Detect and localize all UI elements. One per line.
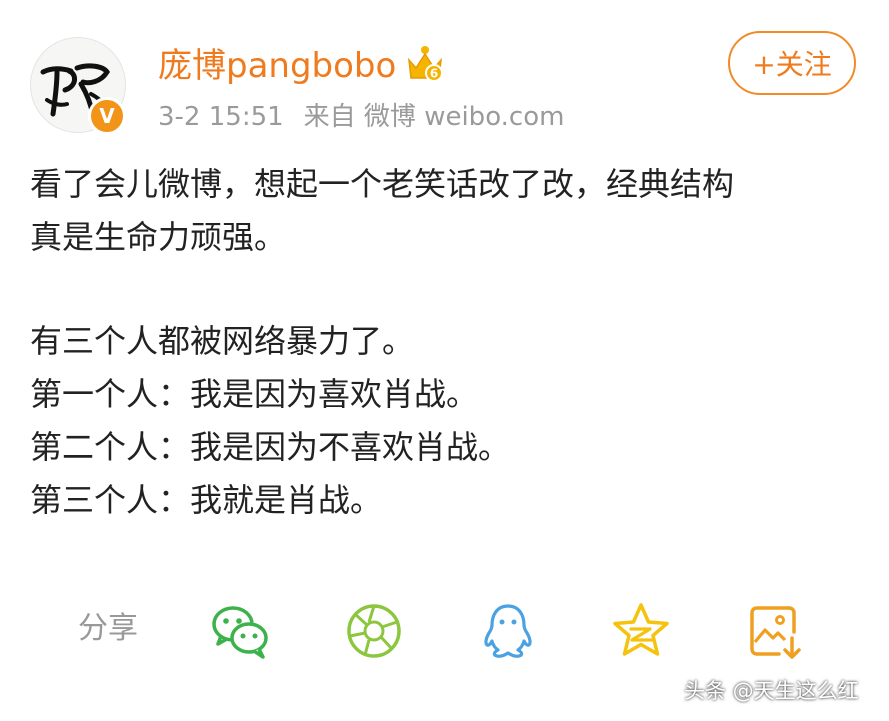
username-link[interactable]: 庞博pangbobo xyxy=(158,46,396,86)
post-time: 3-2 15:51 xyxy=(158,102,284,132)
post-line: 第三个人：我就是肖战。 xyxy=(30,481,383,519)
verified-badge: V xyxy=(88,97,126,135)
post-line: 看了会儿微博，想起一个老笑话改了改，经典结构 xyxy=(30,165,735,203)
post-line: 第二个人：我是因为不喜欢肖战。 xyxy=(30,428,511,466)
post-meta: 3-2 15:51 来自 微博 weibo.com xyxy=(158,100,564,134)
post-line: 有三个人都被网络暴力了。 xyxy=(30,322,415,360)
qzone-icon[interactable] xyxy=(610,600,672,662)
post-source: 来自 微博 weibo.com xyxy=(303,102,565,132)
level-badge-text: 6 xyxy=(430,67,438,81)
watermark: 头条 @天生这么红 xyxy=(684,679,859,703)
post-content: 看了会儿微博，想起一个老笑话改了改，经典结构 真是生命力顽强。 有三个人都被网络… xyxy=(30,158,865,527)
moments-icon[interactable] xyxy=(343,600,405,662)
crown-level-icon: 6 xyxy=(407,46,443,82)
verified-badge-text: V xyxy=(99,104,115,128)
save-image-icon[interactable] xyxy=(745,600,807,662)
post-line: 真是生命力顽强。 xyxy=(30,218,287,256)
share-label: 分享 xyxy=(78,611,138,646)
post-line: 第一个人：我是因为喜欢肖战。 xyxy=(30,375,479,413)
wechat-icon[interactable] xyxy=(209,600,271,662)
qq-icon[interactable] xyxy=(477,600,539,662)
follow-button[interactable]: +关注 xyxy=(728,31,856,95)
